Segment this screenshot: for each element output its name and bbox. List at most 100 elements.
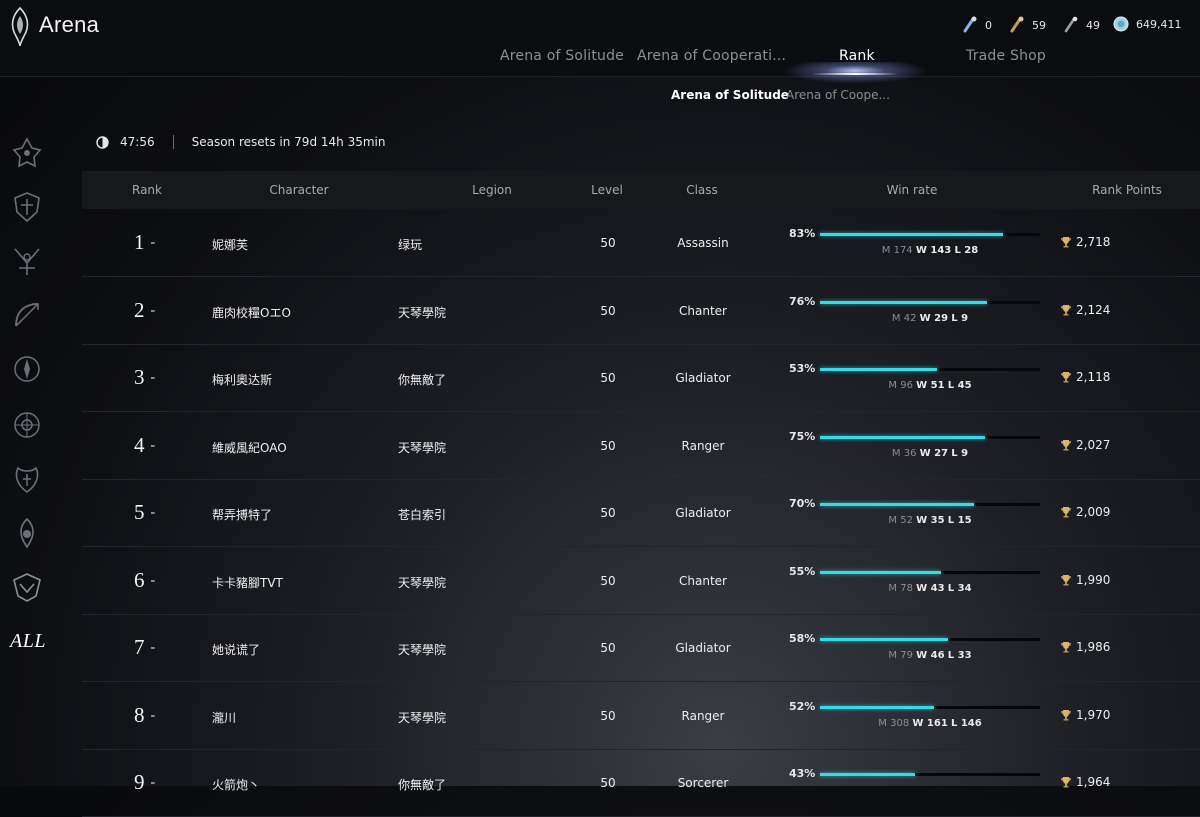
wins-label: W xyxy=(916,380,931,391)
aethertech-emblem-icon[interactable] xyxy=(10,570,44,604)
character-class: Sorcerer xyxy=(677,776,729,790)
subtab-arena-of-cooperation[interactable]: Arena of Coope... xyxy=(786,88,890,102)
winrate-percent: 76% xyxy=(789,294,816,308)
character-name: 瀧川 xyxy=(212,710,237,725)
rank-points: 2,027 xyxy=(1060,438,1110,452)
rank-points: 2,124 xyxy=(1060,303,1110,317)
rank-points-value: 1,986 xyxy=(1076,640,1111,654)
legion-name: 天琴學院 xyxy=(398,440,447,455)
tab-arena-of-cooperation[interactable]: Arena of Cooperati... xyxy=(637,48,786,64)
assassin-emblem-icon[interactable] xyxy=(10,244,44,278)
matches-count: 52 xyxy=(900,515,913,526)
legion-name: 绿玩 xyxy=(398,238,423,252)
currency-wand: 49 xyxy=(1063,16,1100,34)
winrate-bar-fill xyxy=(820,570,941,574)
rank-number: 4- xyxy=(134,432,156,457)
character-level: 50 xyxy=(600,236,616,250)
winrate-bar-fill xyxy=(820,705,935,709)
losses-count: 9 xyxy=(961,312,969,324)
tab-trade-shop[interactable]: Trade Shop xyxy=(966,48,1046,64)
arena-logo-icon xyxy=(11,6,29,47)
winrate-bar-fill xyxy=(820,503,974,506)
table-row[interactable]: 9- 火箭炮丶 你無敵了 50 Sorcerer 43% M W L 1,964 xyxy=(82,750,1200,817)
wins-label: W xyxy=(916,582,931,594)
match-stats: M 42 W 29 L 9 xyxy=(820,313,1040,324)
currency-value: 49 xyxy=(1086,18,1100,32)
spiritmaster-emblem-icon[interactable] xyxy=(10,408,44,442)
losses-label: L xyxy=(954,245,965,256)
losses-label: L xyxy=(951,312,962,324)
header-legion: Legion xyxy=(472,183,512,197)
cleric-emblem-icon[interactable] xyxy=(10,462,44,496)
sorcerer-emblem-icon[interactable] xyxy=(10,352,44,386)
sidebar-all-filter[interactable]: ALL xyxy=(10,630,46,653)
winrate-bar xyxy=(820,368,1040,371)
character-level: 50 xyxy=(600,641,616,655)
character-level: 50 xyxy=(600,303,616,318)
templar-emblem-icon[interactable] xyxy=(10,190,44,224)
matches-count: 174 xyxy=(893,245,913,256)
character-class: Ranger xyxy=(681,438,725,453)
match-stats: M 308 W 161 L 146 xyxy=(820,718,1040,729)
subtab-arena-of-solitude[interactable]: Arena of Solitude xyxy=(671,88,789,102)
trophy-icon xyxy=(1061,777,1071,788)
winrate-bar xyxy=(820,570,1040,574)
table-row[interactable]: 8- 瀧川 天琴學院 50 Ranger 52% M 308 W 161 L 1… xyxy=(82,683,1200,750)
legion-name: 你無敵了 xyxy=(398,778,447,792)
rank-points-value: 1,990 xyxy=(1076,572,1111,587)
table-row[interactable]: 4- 維威風紀OAO 天琴學院 50 Ranger 75% M 36 W 27 … xyxy=(82,413,1200,480)
matches-count: 42 xyxy=(903,312,917,324)
chanter-emblem-icon[interactable] xyxy=(10,516,44,550)
legion-name: 天琴學院 xyxy=(398,575,447,590)
ranger-emblem-icon[interactable] xyxy=(10,298,44,332)
gladiator-emblem-icon[interactable] xyxy=(10,136,44,170)
losses-label: L xyxy=(951,447,962,459)
character-level: 50 xyxy=(600,371,616,385)
currency-scroll: 59 xyxy=(1009,16,1046,34)
app-title: Arena xyxy=(39,12,100,37)
matches-label: M xyxy=(891,312,904,324)
tab-rank[interactable]: Rank xyxy=(839,48,875,64)
table-row[interactable]: 5- 帮弄搏特了 苍白索引 50 Gladiator 70% M 52 W 35… xyxy=(82,480,1200,547)
wins-count: 27 xyxy=(934,447,949,459)
matches-label: M xyxy=(888,515,901,526)
trophy-icon xyxy=(1061,642,1071,653)
winrate-bar xyxy=(820,705,1040,709)
table-row[interactable]: 1- 妮娜芙 绿玩 50 Assassin 83% M 174 W 143 L … xyxy=(82,210,1200,277)
trophy-icon xyxy=(1061,372,1071,383)
losses-count: 28 xyxy=(964,245,979,256)
currency-value: 0 xyxy=(985,18,992,32)
table-row[interactable]: 6- 卡卡豬腳TVT 天琴學院 50 Chanter 55% M 78 W 43… xyxy=(82,548,1200,615)
character-name: 帮弄搏特了 xyxy=(212,508,273,522)
winrate-percent: 55% xyxy=(789,564,816,578)
losses-count: 33 xyxy=(957,650,972,661)
wins-label: W xyxy=(919,312,935,324)
wins-count: 35 xyxy=(930,515,945,526)
winrate-bar-fill xyxy=(820,638,948,641)
rank-points: 2,118 xyxy=(1060,370,1110,384)
matches-count: 79 xyxy=(900,650,913,661)
header-rank-points: Rank Points xyxy=(1092,183,1162,197)
matches-label: M xyxy=(891,447,904,459)
season-reset-text: Season resets in 79d 14h 35min xyxy=(191,135,386,149)
losses-label: L xyxy=(947,582,958,594)
rank-points-value: 2,118 xyxy=(1076,370,1111,384)
wins-label: W xyxy=(915,245,931,256)
divider xyxy=(172,135,174,149)
legion-name: 天琴學院 xyxy=(398,305,447,320)
match-stats: M 36 W 27 L 9 xyxy=(820,448,1040,459)
rank-points-value: 2,027 xyxy=(1076,437,1111,452)
table-row[interactable]: 7- 她说谎了 天琴學院 50 Gladiator 58% M 79 W 46 … xyxy=(82,615,1200,682)
top-bar: Arena 0 59 49 649,411 Arena of Solitude … xyxy=(0,0,1200,84)
currency-value: 649,411 xyxy=(1136,17,1182,31)
trophy-icon xyxy=(1061,574,1071,585)
rank-number: 3- xyxy=(134,365,156,389)
coin-icon xyxy=(1113,16,1129,32)
table-row[interactable]: 3- 梅利奧达斯 你無敵了 50 Gladiator 53% M 96 W 51… xyxy=(82,345,1200,412)
match-stats: M 174 W 143 L 28 xyxy=(820,245,1040,256)
table-row[interactable]: 2- 鹿肉校糧OエO 天琴學院 50 Chanter 76% M 42 W 29… xyxy=(82,278,1200,345)
tab-arena-of-solitude[interactable]: Arena of Solitude xyxy=(500,48,624,64)
wins-label: W xyxy=(919,447,935,459)
winrate-percent: 75% xyxy=(789,429,816,443)
rank-points: 1,970 xyxy=(1060,708,1110,722)
